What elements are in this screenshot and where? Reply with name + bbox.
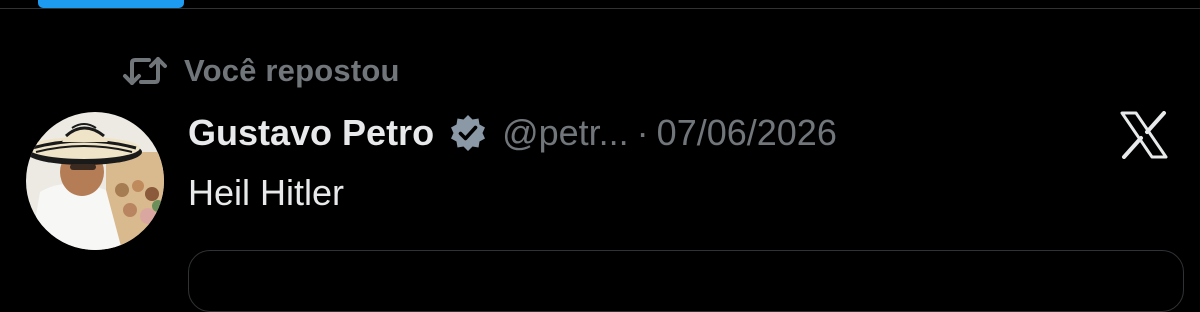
author-display-name[interactable]: Gustavo Petro	[188, 112, 434, 154]
repost-icon	[120, 54, 170, 88]
tweet-header: Gustavo Petro @petr... · 07/06/2026	[188, 108, 837, 158]
repost-context: Você repostou	[120, 52, 400, 90]
x-logo-icon[interactable]	[1119, 111, 1169, 159]
avatar[interactable]	[26, 112, 164, 250]
top-divider	[0, 8, 1200, 9]
tweet-text: Heil Hitler	[188, 172, 345, 213]
author-handle[interactable]: @petr...	[502, 112, 629, 154]
tab-indicator	[38, 0, 184, 8]
repost-label: Você repostou	[184, 53, 400, 88]
tweet-timestamp[interactable]: 07/06/2026	[657, 112, 837, 154]
meta-separator: ·	[636, 112, 649, 153]
verified-badge-icon[interactable]	[448, 113, 488, 153]
embedded-card[interactable]	[188, 250, 1184, 312]
